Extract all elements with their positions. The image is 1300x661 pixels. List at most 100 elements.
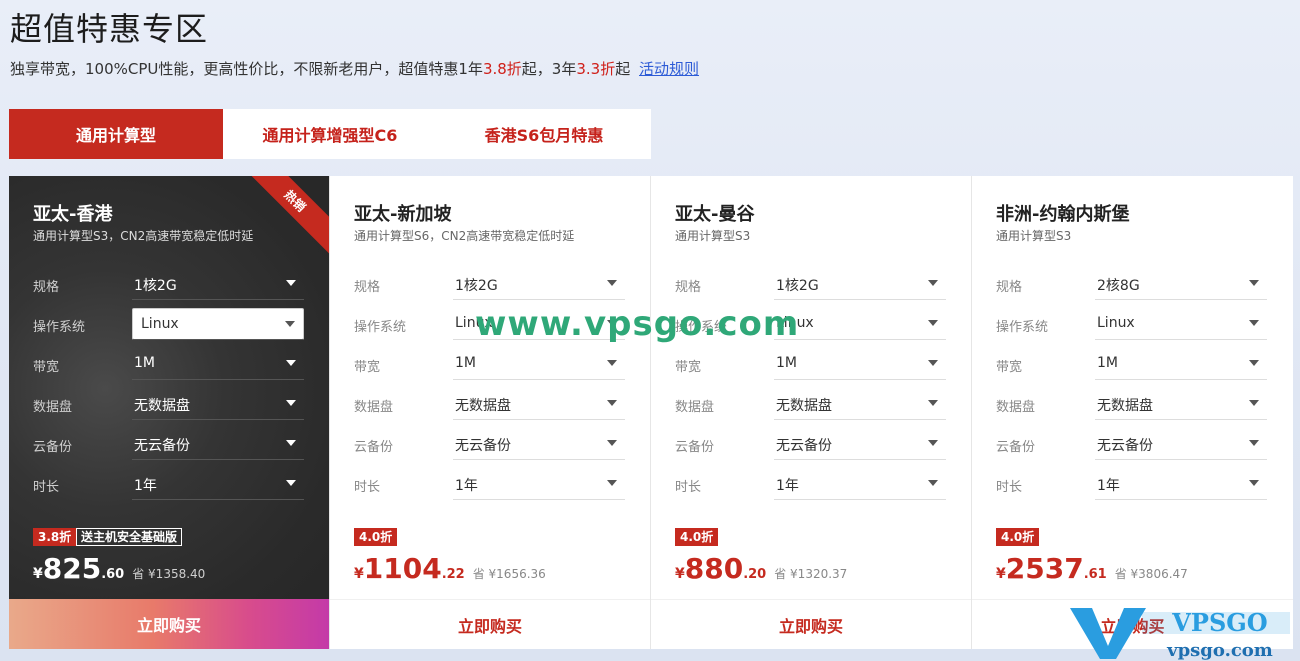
select-value: Linux [776, 315, 814, 331]
select-value: Linux [1097, 315, 1135, 331]
tab-general-compute[interactable]: 通用计算型 [9, 109, 223, 159]
chevron-down-icon [286, 280, 296, 286]
tab-hongkong-s6-monthly[interactable]: 香港S6包月特惠 [437, 109, 651, 159]
spec-label: 数据盘 [996, 400, 1036, 415]
spec-label: 操作系统 [354, 320, 407, 335]
buy-now-button[interactable]: 立即购买 [651, 599, 971, 649]
spec-row-os: 操作系统 Linux [33, 308, 305, 340]
spec-row-duration: 时长 1年 [33, 468, 305, 500]
data-disk-select[interactable]: 无数据盘 [132, 388, 304, 420]
spec-row-os: 操作系统 Linux [996, 308, 1268, 340]
chevron-down-icon [1249, 480, 1259, 486]
spec-label: 时长 [996, 480, 1023, 495]
card-title: 亚太-曼谷 [675, 204, 755, 225]
duration-select[interactable]: 1年 [774, 468, 946, 500]
card-description: 通用计算型S3 [996, 229, 1072, 243]
select-value: Linux [141, 316, 179, 332]
product-tabs: 通用计算型 通用计算增强型C6 香港S6包月特惠 [9, 109, 651, 159]
spec-label: 规格 [996, 280, 1023, 295]
select-value: 1M [455, 355, 476, 371]
bandwidth-select[interactable]: 1M [774, 348, 946, 380]
price-decimal: .20 [743, 567, 767, 582]
spec-row-config: 规格 1核2G [354, 268, 626, 300]
select-value: 无数据盘 [776, 398, 832, 414]
bandwidth-select[interactable]: 1M [1095, 348, 1267, 380]
bandwidth-select[interactable]: 1M [453, 348, 625, 380]
subtitle-text-3: 起 [615, 60, 631, 78]
product-cards: 热销 亚太-香港 通用计算型S3，CN2高速带宽稳定低时延 规格 1核2G 操作… [9, 176, 1293, 649]
chevron-down-icon [928, 280, 938, 286]
select-value: 1年 [134, 478, 157, 494]
price-savings: 省 ¥1656.36 [472, 567, 546, 581]
buy-now-button[interactable]: 立即购买 [972, 599, 1293, 649]
chevron-down-icon [286, 400, 296, 406]
chevron-down-icon [607, 400, 617, 406]
data-disk-select[interactable]: 无数据盘 [1095, 388, 1267, 420]
bandwidth-select[interactable]: 1M [132, 348, 304, 380]
spec-label: 带宽 [33, 360, 60, 375]
select-value: 1M [776, 355, 797, 371]
price: ¥2537.61 省 ¥3806.47 [996, 552, 1188, 585]
os-select[interactable]: Linux [1095, 308, 1267, 340]
activity-rules-link[interactable]: 活动规则 [639, 60, 699, 78]
data-disk-select[interactable]: 无数据盘 [774, 388, 946, 420]
spec-label: 带宽 [354, 360, 381, 375]
duration-select[interactable]: 1年 [453, 468, 625, 500]
duration-select[interactable]: 1年 [1095, 468, 1267, 500]
select-value: 无云备份 [776, 438, 832, 454]
spec-label: 云备份 [675, 440, 715, 455]
spec-label: 数据盘 [675, 400, 715, 415]
price-currency: ¥ [675, 566, 685, 582]
chevron-down-icon [1249, 440, 1259, 446]
os-select[interactable]: Linux [132, 308, 304, 340]
price-currency: ¥ [996, 566, 1006, 582]
spec-label: 规格 [33, 280, 60, 295]
chevron-down-icon [928, 440, 938, 446]
spec-row-duration: 时长 1年 [675, 468, 947, 500]
tab-general-compute-enhanced-c6[interactable]: 通用计算增强型C6 [223, 109, 437, 159]
subtitle-text-2: 起，3年 [521, 60, 577, 78]
spec-label: 带宽 [996, 360, 1023, 375]
cloud-backup-select[interactable]: 无云备份 [453, 428, 625, 460]
select-value: 无数据盘 [134, 398, 190, 414]
os-select[interactable]: Linux [774, 308, 946, 340]
cloud-backup-select[interactable]: 无云备份 [132, 428, 304, 460]
os-select[interactable]: Linux [453, 308, 625, 340]
spec-row-os: 操作系统 Linux [354, 308, 626, 340]
chevron-down-icon [607, 360, 617, 366]
spec-label: 规格 [675, 280, 702, 295]
select-value: 无云备份 [455, 438, 511, 454]
select-value: Linux [455, 315, 493, 331]
spec-row-config: 规格 2核8G [996, 268, 1268, 300]
config-select[interactable]: 1核2G [774, 268, 946, 300]
spec-row-duration: 时长 1年 [996, 468, 1268, 500]
subtitle-text-1: 独享带宽，100%CPU性能，更高性价比，不限新老用户，超值特惠1年 [10, 60, 483, 78]
cloud-backup-select[interactable]: 无云备份 [1095, 428, 1267, 460]
promo-subtitle: 独享带宽，100%CPU性能，更高性价比，不限新老用户，超值特惠1年3.8折起，… [10, 58, 699, 79]
buy-now-button[interactable]: 立即购买 [330, 599, 650, 649]
spec-row-bandwidth: 带宽 1M [354, 348, 626, 380]
select-value: 无云备份 [1097, 438, 1153, 454]
spec-label: 云备份 [996, 440, 1036, 455]
discount-badge: 3.8折 [33, 528, 77, 546]
cloud-backup-select[interactable]: 无云备份 [774, 428, 946, 460]
card-title: 非洲-约翰内斯堡 [996, 204, 1130, 225]
chevron-down-icon [286, 480, 296, 486]
config-select[interactable]: 2核8G [1095, 268, 1267, 300]
discount-badge: 4.0折 [675, 528, 719, 546]
spec-label: 数据盘 [33, 400, 73, 415]
chevron-down-icon [928, 320, 938, 326]
card-description: 通用计算型S3，CN2高速带宽稳定低时延 [33, 229, 254, 243]
data-disk-select[interactable]: 无数据盘 [453, 388, 625, 420]
config-select[interactable]: 1核2G [453, 268, 625, 300]
chevron-down-icon [1249, 360, 1259, 366]
spec-label: 操作系统 [675, 320, 728, 335]
spec-row-duration: 时长 1年 [354, 468, 626, 500]
buy-now-button[interactable]: 立即购买 [9, 599, 329, 649]
config-select[interactable]: 1核2G [132, 268, 304, 300]
spec-label: 云备份 [33, 440, 73, 455]
select-value: 无数据盘 [455, 398, 511, 414]
spec-label: 时长 [354, 480, 381, 495]
duration-select[interactable]: 1年 [132, 468, 304, 500]
chevron-down-icon [607, 320, 617, 326]
